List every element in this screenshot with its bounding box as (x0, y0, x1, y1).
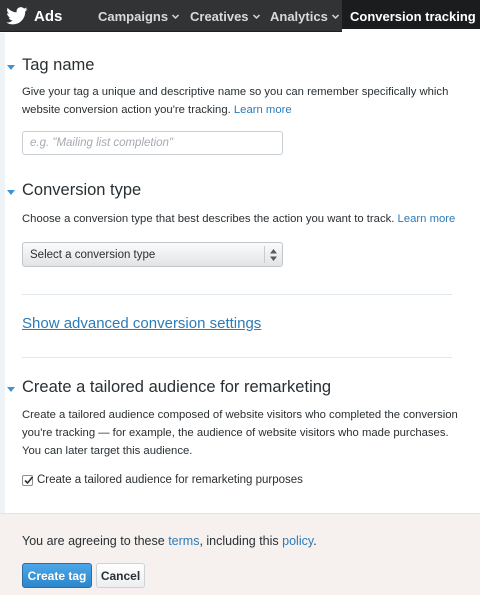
brand-label: Ads (34, 7, 63, 25)
agreement-middle: , including this (199, 534, 279, 548)
chevron-down-icon (331, 12, 340, 21)
agreement-text: You are agreeing to these terms, includi… (22, 534, 317, 548)
conversion-type-select[interactable]: Select a conversion type (22, 242, 283, 267)
nav-conversion-tracking-label: Conversion tracking (350, 8, 476, 24)
twitter-bird-icon (6, 7, 28, 25)
nav-campaigns[interactable]: Campaigns (98, 0, 180, 32)
tag-name-learn-more-link[interactable]: Learn more (234, 104, 292, 116)
conversion-type-selected: Select a conversion type (30, 248, 156, 261)
tag-name-input[interactable] (22, 131, 283, 155)
conversion-type-title: Conversion type (22, 181, 142, 199)
tag-name-title: Tag name (22, 56, 95, 74)
create-tag-button[interactable]: Create tag (22, 563, 92, 588)
tailored-audience-checkbox[interactable] (22, 474, 34, 486)
brand[interactable]: Ads (6, 0, 62, 32)
nav-creatives[interactable]: Creatives (190, 0, 261, 32)
agreement-suffix: . (313, 534, 317, 548)
terms-link[interactable]: terms (168, 534, 199, 548)
caret-down-icon[interactable] (7, 190, 15, 196)
show-advanced-settings-link[interactable]: Show advanced conversion settings (22, 315, 261, 332)
left-accent-rail (0, 33, 5, 595)
section-divider (22, 294, 452, 295)
section-divider (22, 357, 452, 358)
caret-down-icon[interactable] (7, 387, 15, 393)
nav-campaigns-label: Campaigns (98, 8, 169, 24)
select-separator (264, 246, 265, 263)
conversion-type-description: Choose a conversion type that best descr… (22, 210, 462, 228)
top-navigation: Ads Campaigns Creatives Analytics Conver… (0, 0, 480, 32)
nav-creatives-label: Creatives (190, 8, 249, 24)
tailored-audience-description: Create a tailored audience composed of w… (22, 409, 458, 457)
form-footer: You are agreeing to these terms, includi… (0, 513, 480, 595)
tailored-audience-checkbox-row[interactable]: Create a tailored audience for remarketi… (22, 474, 303, 486)
tailored-audience-checkbox-label: Create a tailored audience for remarketi… (37, 474, 303, 486)
conversion-type-learn-more-link[interactable]: Learn more (398, 213, 456, 225)
conversion-type-desc-text: Choose a conversion type that best descr… (22, 213, 395, 225)
cancel-button[interactable]: Cancel (96, 563, 145, 588)
chevron-down-icon (171, 12, 180, 21)
select-arrows-icon (270, 249, 277, 261)
caret-down-icon[interactable] (7, 65, 15, 71)
tailored-audience-title: Create a tailored audience for remarketi… (22, 378, 332, 396)
nav-analytics-label: Analytics (270, 8, 328, 24)
policy-link[interactable]: policy (282, 534, 313, 548)
agreement-prefix: You are agreeing to these (22, 534, 165, 548)
chevron-down-icon (252, 12, 261, 21)
nav-analytics[interactable]: Analytics (270, 0, 340, 32)
tag-name-description: Give your tag a unique and descriptive n… (22, 83, 462, 119)
active-tab-indicator (342, 29, 480, 32)
